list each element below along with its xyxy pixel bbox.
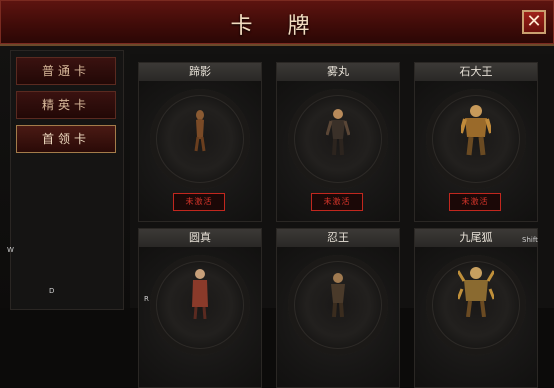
close-button[interactable]: ✕ xyxy=(522,10,546,34)
window-title: 卡 牌 xyxy=(230,14,324,39)
card-item[interactable]: 蹄影 未激活 xyxy=(138,62,262,222)
status-badge: 未激活 xyxy=(449,193,501,211)
tab-elite-card[interactable]: 精英卡 xyxy=(16,91,116,119)
card-name: 蹄影 xyxy=(139,63,261,81)
card-name: 忍王 xyxy=(277,229,399,247)
card-item[interactable]: 雾丸 未激活 xyxy=(276,62,400,222)
monster-figure xyxy=(326,109,350,156)
monster-figure xyxy=(194,110,206,152)
key-hint-r: R xyxy=(144,295,149,303)
card-name: 雾丸 xyxy=(277,63,399,81)
card-panel: 卡 牌 ✕ 普通卡 精英卡 首领卡 蹄影 未激活 雾丸 未激活 石大王 未激活 … xyxy=(0,0,554,388)
monster-figure xyxy=(458,267,494,317)
status-badge: 未激活 xyxy=(173,193,225,211)
card-item[interactable]: 九尾狐 xyxy=(414,228,538,388)
tab-normal-card[interactable]: 普通卡 xyxy=(16,57,116,85)
monster-figure xyxy=(461,105,491,156)
card-item[interactable]: 石大王 未激活 xyxy=(414,62,538,222)
card-name: 石大王 xyxy=(415,63,537,81)
card-item[interactable]: 圆真 xyxy=(138,228,262,388)
monster-figure xyxy=(192,269,208,319)
status-badge: 未激活 xyxy=(311,193,363,211)
category-sidebar: 普通卡 精英卡 首领卡 xyxy=(10,50,124,310)
key-hint-w: W xyxy=(7,246,14,254)
tab-boss-card[interactable]: 首领卡 xyxy=(16,125,116,153)
card-grid: 蹄影 未激活 雾丸 未激活 石大王 未激活 圆真 忍王 九尾狐 xyxy=(130,54,554,388)
close-icon: ✕ xyxy=(526,11,542,32)
card-item[interactable]: 忍王 xyxy=(276,228,400,388)
card-name: 圆真 xyxy=(139,229,261,247)
key-hint-d: D xyxy=(49,287,55,295)
card-name: 九尾狐 xyxy=(415,229,537,247)
title-bar: 卡 牌 ✕ xyxy=(0,0,554,46)
monster-figure xyxy=(331,273,345,318)
key-hint-shift: Shift xyxy=(522,236,538,244)
